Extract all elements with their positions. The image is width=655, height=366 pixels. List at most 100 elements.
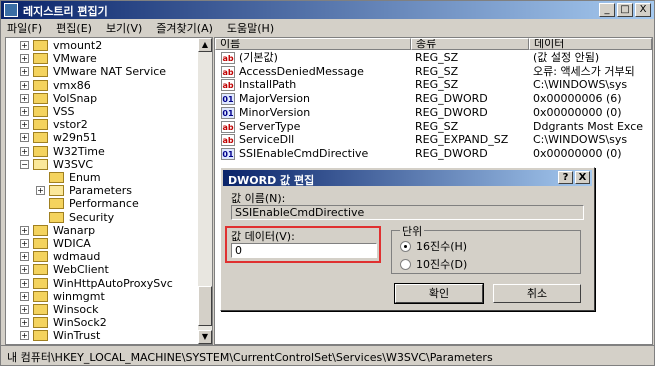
- radio-decimal[interactable]: 10진수(D): [400, 257, 467, 271]
- minimize-button[interactable]: _: [599, 3, 615, 17]
- expand-icon[interactable]: +: [20, 331, 29, 341]
- menu-file[interactable]: 파일(F): [7, 20, 42, 36]
- scroll-down-arrow-icon[interactable]: ▼: [198, 330, 212, 344]
- value-row[interactable]: ab ServerType REG_SZ Ddgrants Most Exce: [215, 120, 652, 134]
- expand-icon[interactable]: +: [36, 186, 45, 196]
- value-row[interactable]: ab AccessDeniedMessage REG_SZ 오류: 액세스가 거부되: [215, 65, 652, 79]
- expand-icon[interactable]: +: [20, 107, 29, 116]
- tree-item[interactable]: + WinHttpAutoProxySvc: [20, 277, 173, 290]
- value-type: REG_DWORD: [415, 146, 488, 160]
- value-row[interactable]: 01 MajorVersion REG_DWORD 0x00000006 (6): [215, 92, 652, 106]
- value-row[interactable]: 01 SSIEnableCmdDirective REG_DWORD 0x000000…: [215, 147, 652, 161]
- value-row[interactable]: ab InstallPath REG_SZ C:\WINDOWS\sys: [215, 78, 652, 92]
- scroll-up-arrow-icon[interactable]: ▲: [198, 38, 212, 52]
- expand-icon[interactable]: +: [20, 120, 29, 130]
- folder-icon: [33, 251, 48, 263]
- folder-icon: [33, 317, 48, 329]
- tree-item[interactable]: + vmount2: [20, 39, 102, 52]
- menu-edit[interactable]: 편집(E): [56, 20, 92, 36]
- radio-hex-icon[interactable]: [400, 240, 411, 252]
- expand-icon[interactable]: +: [20, 278, 29, 288]
- tree-item[interactable]: + Wanarp: [20, 224, 95, 237]
- tree-item-label: Parameters: [69, 184, 132, 198]
- key-tree-pane[interactable]: + WinTrust + WinSock2 + Winsock + winmgmt + WinHt…: [5, 37, 213, 345]
- expand-icon[interactable]: +: [20, 41, 29, 50]
- scroll-thumb[interactable]: [198, 286, 212, 326]
- tree-item[interactable]: + WinSock2: [20, 316, 107, 329]
- value-row[interactable]: ab ServiceDll REG_EXPAND_SZ C:\WINDOWS\sys: [215, 133, 652, 147]
- tree-item[interactable]: Performance: [36, 197, 139, 210]
- status-bar: 내 컴퓨터\HKEY_LOCAL_MACHINE\SYSTEM\CurrentC…: [1, 345, 654, 365]
- folder-icon: [33, 106, 48, 117]
- tree-item[interactable]: + vmx86: [20, 79, 91, 92]
- tree-item[interactable]: Security: [36, 211, 114, 224]
- tree-item[interactable]: + VolSnap: [20, 92, 97, 105]
- folder-icon: [33, 119, 48, 131]
- menu-favorites[interactable]: 즐겨찾기(A): [156, 20, 213, 36]
- list-header: 이름 종류 데이터: [215, 38, 652, 50]
- tree-item-label: Enum: [69, 171, 101, 184]
- menu-help[interactable]: 도움말(H): [227, 20, 274, 36]
- tree-item-label: Performance: [69, 197, 139, 211]
- tree-item[interactable]: + winmgmt: [20, 290, 105, 303]
- expand-icon[interactable]: +: [20, 54, 29, 64]
- expand-icon[interactable]: +: [20, 67, 29, 77]
- value-type: REG_SZ: [415, 78, 459, 92]
- ok-button[interactable]: 확인: [394, 283, 484, 304]
- expand-icon[interactable]: +: [20, 318, 29, 328]
- folder-icon: [33, 277, 48, 289]
- dialog-close-button[interactable]: X: [575, 171, 590, 184]
- column-data-header[interactable]: 데이터: [529, 38, 652, 50]
- expand-icon[interactable]: +: [20, 80, 29, 90]
- column-type-header[interactable]: 종류: [411, 38, 529, 50]
- dialog-help-button[interactable]: ?: [558, 171, 573, 184]
- expand-icon[interactable]: +: [20, 146, 29, 156]
- value-row[interactable]: 01 MinorVersion REG_DWORD 0x00000000 (0): [215, 106, 652, 120]
- tree-item[interactable]: + VSS: [20, 105, 75, 118]
- tree-item[interactable]: + Parameters: [36, 184, 132, 197]
- tree-item[interactable]: + Winsock: [20, 303, 99, 316]
- tree-scrollbar[interactable]: ▲ ▼: [198, 38, 212, 344]
- cancel-button[interactable]: 취소: [493, 284, 581, 303]
- folder-icon: [33, 330, 48, 342]
- maximize-button[interactable]: □: [617, 3, 633, 17]
- radio-hexadecimal[interactable]: 16진수(H): [400, 239, 467, 253]
- tree-item[interactable]: Enum: [36, 171, 101, 184]
- value-name: MinorVersion: [239, 105, 311, 119]
- tree-item[interactable]: + WinTrust: [20, 329, 100, 342]
- value-data: 0x00000000 (0): [533, 146, 622, 160]
- tree-item[interactable]: + WebClient: [20, 263, 109, 276]
- column-name-header[interactable]: 이름: [215, 38, 411, 50]
- value-type: REG_SZ: [415, 119, 459, 133]
- menu-view[interactable]: 보기(V): [106, 20, 142, 36]
- expand-icon[interactable]: +: [20, 252, 29, 262]
- title-bar: 레지스트리 편집기 _ □ X: [1, 1, 654, 19]
- string-value-icon: ab: [221, 134, 235, 147]
- tree-item[interactable]: + vstor2: [20, 118, 88, 131]
- tree-item[interactable]: + VMware: [20, 52, 97, 65]
- tree-item-label: w29n51: [53, 131, 97, 145]
- close-button[interactable]: X: [635, 3, 651, 17]
- expand-icon[interactable]: +: [20, 133, 29, 143]
- expand-icon[interactable]: +: [20, 239, 29, 248]
- tree-item[interactable]: + w29n51: [20, 131, 97, 144]
- expand-icon[interactable]: +: [20, 291, 29, 301]
- expand-icon[interactable]: +: [20, 265, 29, 275]
- expand-icon[interactable]: +: [20, 225, 29, 235]
- value-row[interactable]: ab (기본값) REG_SZ (값 설정 안됨): [215, 51, 652, 65]
- radio-dec-icon[interactable]: [400, 258, 411, 270]
- folder-icon: [49, 185, 64, 197]
- expand-icon[interactable]: +: [20, 305, 29, 314]
- tree-item[interactable]: + VMware NAT Service: [20, 65, 166, 78]
- collapse-icon[interactable]: −: [20, 159, 29, 169]
- value-data-input[interactable]: 0: [231, 243, 377, 258]
- value-name: MajorVersion: [239, 92, 310, 106]
- value-name: SSIEnableCmdDirective: [239, 146, 369, 160]
- tree-item[interactable]: + wdmaud: [20, 250, 100, 263]
- tree-item[interactable]: + WDICA: [20, 237, 91, 250]
- tree-item[interactable]: + W32Time: [20, 145, 105, 158]
- tree-item[interactable]: − W3SVC: [20, 158, 93, 171]
- string-value-icon: ab: [221, 52, 235, 64]
- value-data: 0x00000000 (0): [533, 105, 622, 119]
- expand-icon[interactable]: +: [20, 93, 29, 103]
